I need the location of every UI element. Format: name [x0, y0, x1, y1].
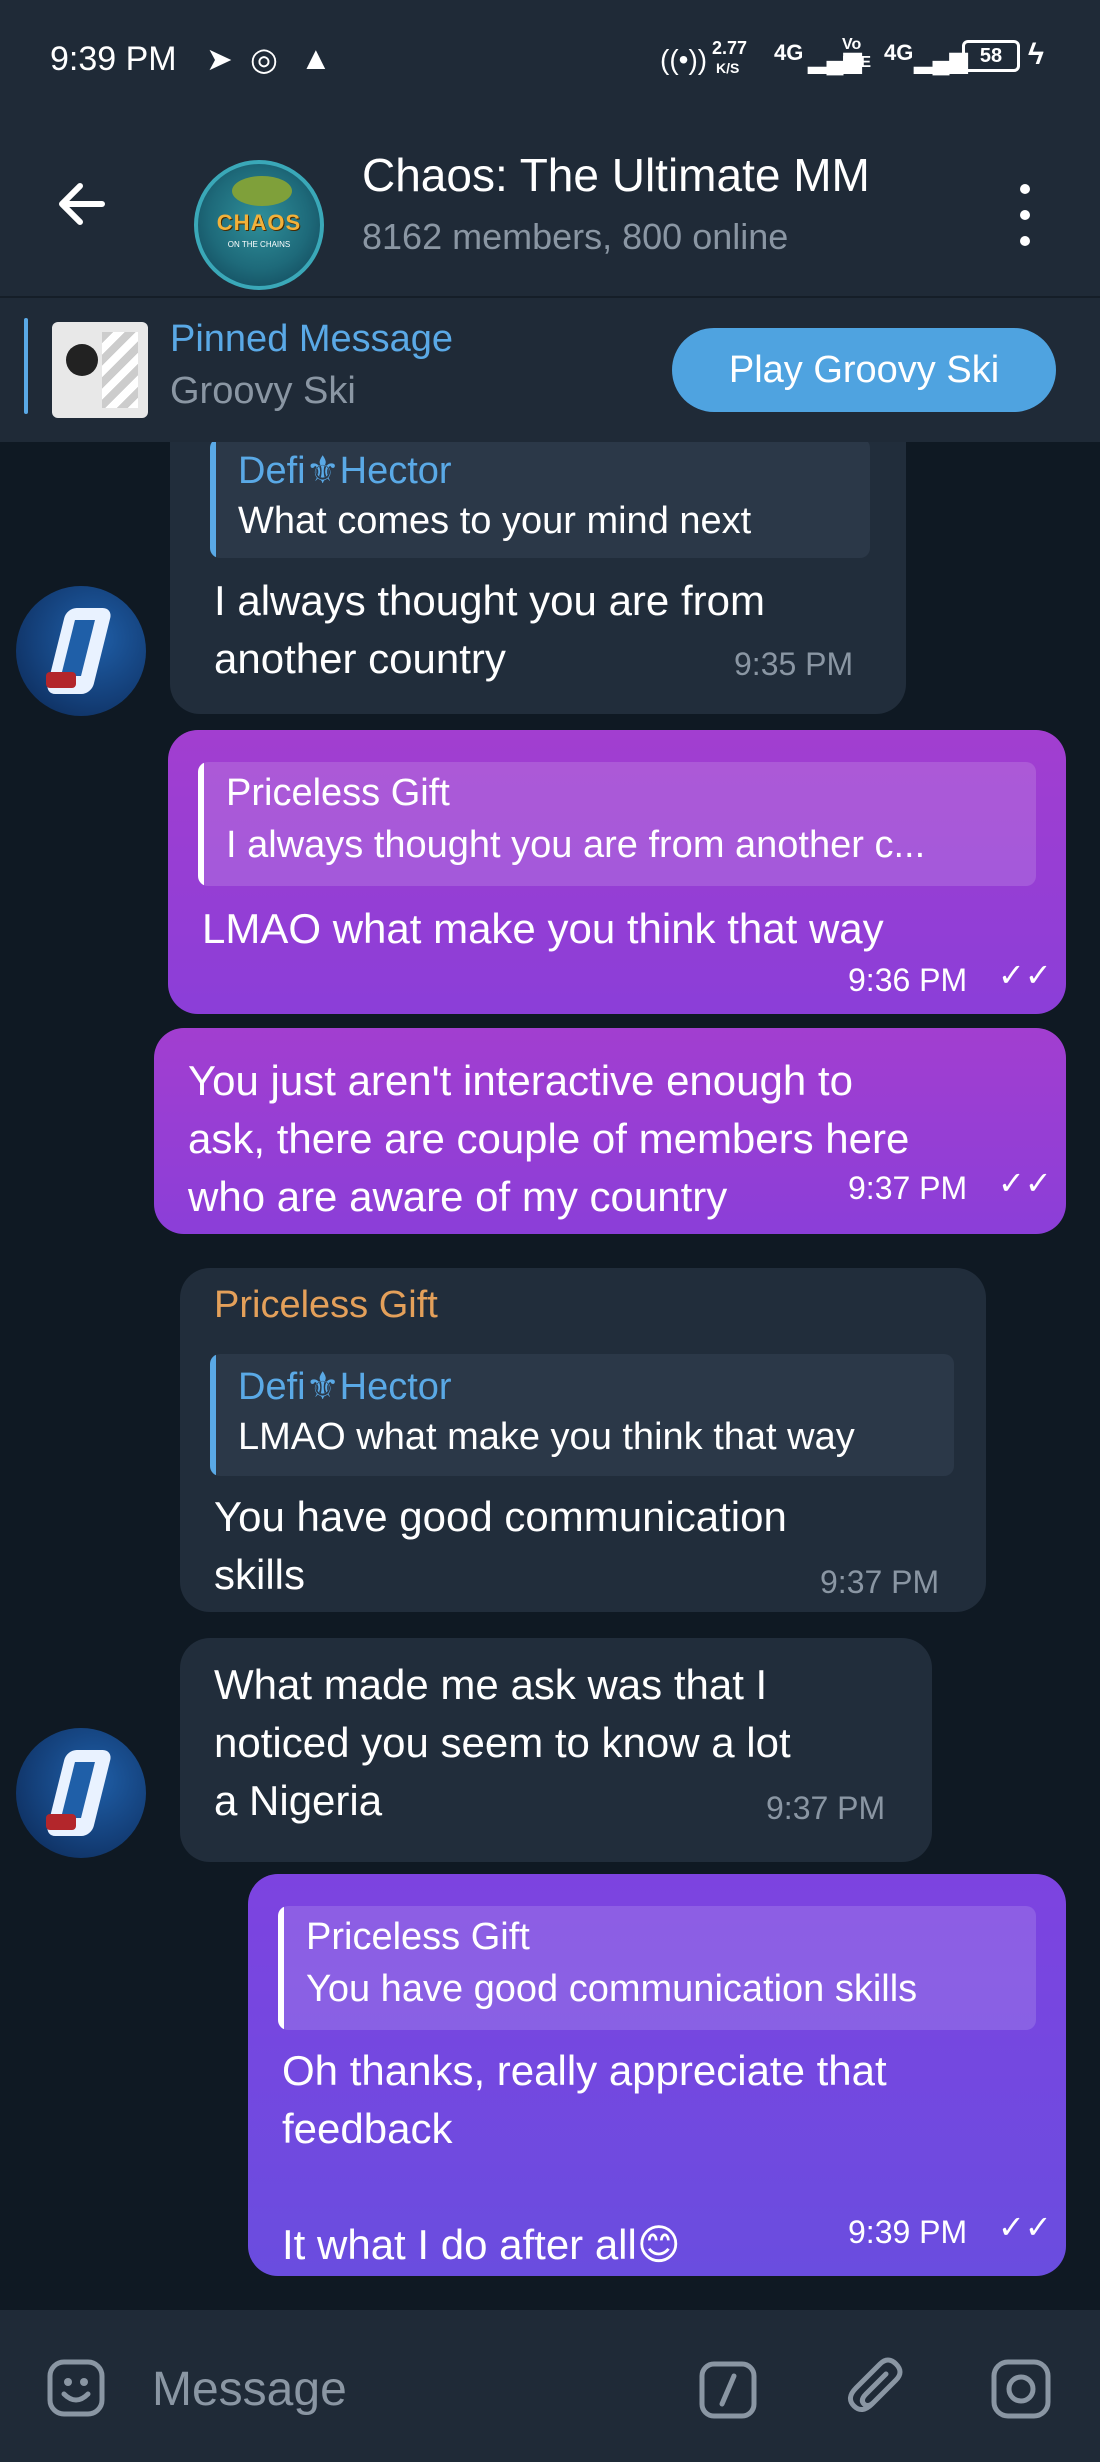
battery-level: 58 [979, 45, 1003, 67]
read-checkmarks-icon: ✓✓ [998, 957, 1052, 993]
read-checkmarks-icon: ✓✓ [998, 2209, 1052, 2245]
message-bubble-incoming[interactable]: Defi⚜Hector What comes to your mind next… [170, 442, 906, 714]
play-game-button[interactable]: Play Groovy Ski [672, 328, 1056, 412]
message-text: LMAO what make you think that way [202, 905, 884, 952]
battery-icon: 58 [962, 40, 1020, 72]
message-time: 9:39 PM [848, 2214, 968, 2250]
reply-sender: Priceless Gift [306, 1916, 530, 1958]
hotspot-icon: ((•)) [660, 44, 708, 75]
pinned-thumbnail [52, 322, 148, 418]
camera-video-icon[interactable] [990, 2358, 1052, 2420]
message-time: 9:37 PM [820, 1564, 940, 1600]
message-time: 9:37 PM [848, 1170, 968, 1206]
reply-quote[interactable]: Defi⚜Hector What comes to your mind next [210, 442, 870, 558]
charging-icon: ϟ [1028, 38, 1044, 71]
message-sender-name[interactable]: Priceless Gift [214, 1284, 438, 1327]
message-bubble-outgoing[interactable]: Priceless Gift You have good communicati… [248, 1874, 1066, 2276]
reply-text: You have good communication skills [306, 1968, 918, 2010]
send-icon: ➤ [206, 41, 233, 77]
bot-command-icon[interactable] [698, 2360, 758, 2420]
attach-paperclip-icon[interactable] [842, 2354, 912, 2424]
message-bubble-incoming[interactable]: Priceless Gift Defi⚜Hector LMAO what mak… [180, 1268, 986, 1612]
message-text: I always thought you are from another co… [214, 577, 765, 682]
group-logo-shape [232, 176, 292, 206]
reply-sender: Defi⚜Hector [238, 450, 452, 492]
pinned-message-bar[interactable]: Pinned Message Groovy Ski Play Groovy Sk… [0, 296, 1100, 442]
group-logo-subtext: ON THE CHAINS [227, 240, 291, 249]
reply-quote[interactable]: Priceless Gift You have good communicati… [278, 1906, 1036, 2030]
whatsapp-icon: ◎ [250, 41, 278, 77]
message-time: 9:37 PM [766, 1790, 886, 1826]
message-text: What made me ask was that I noticed you … [214, 1661, 791, 1824]
reply-text: What comes to your mind next [238, 500, 752, 542]
avatar-figure-accent [46, 672, 76, 688]
group-logo-text: CHAOS [216, 210, 302, 235]
message-text: You just aren't interactive enough to as… [188, 1057, 910, 1220]
message-composer [0, 2310, 1100, 2462]
quote-bar [210, 1354, 216, 1476]
group-member-count: 8162 members, 800 online [362, 216, 789, 257]
message-bubble-outgoing[interactable]: Priceless Gift I always thought you are … [168, 730, 1066, 1014]
message-input[interactable] [150, 2350, 654, 2428]
quote-bar [278, 1906, 284, 2030]
quote-bar [198, 762, 204, 886]
chat-area[interactable]: Defi⚜Hector What comes to your mind next… [0, 442, 1100, 2310]
status-bar: 9:39 PM ➤ ◎ ▲ ((•)) 2.77 K/S 4G ▂▄▆ Vo L… [0, 0, 1100, 126]
signal-icon-2: ▂▄▆ [914, 47, 968, 74]
gamepad-icon [66, 344, 98, 376]
network-indicator-1: 4G [774, 40, 804, 65]
data-speed: 2.77 [712, 38, 748, 58]
group-avatar[interactable]: CHAOS ON THE CHAINS [194, 160, 324, 290]
reply-sender: Defi⚜Hector [238, 1366, 452, 1408]
warning-icon: ▲ [300, 40, 332, 76]
status-time: 9:39 PM [50, 40, 177, 78]
message-bubble-outgoing[interactable]: You just aren't interactive enough to as… [154, 1028, 1066, 1234]
reply-text: I always thought you are from another c.… [226, 824, 926, 866]
data-speed-unit: K/S [716, 60, 740, 76]
pinned-indicator [24, 318, 28, 414]
message-text: Oh thanks, really appreciate that feedba… [282, 2047, 887, 2268]
user-avatar[interactable] [16, 586, 146, 716]
group-title[interactable]: Chaos: The Ultimate MM [362, 148, 982, 202]
network-indicator-2: 4G [884, 40, 914, 65]
chat-header: CHAOS ON THE CHAINS Chaos: The Ultimate … [0, 126, 1100, 296]
pinned-text: Groovy Ski [170, 370, 356, 412]
message-bubble-incoming[interactable]: What made me ask was that I noticed you … [180, 1638, 932, 1862]
avatar-figure-accent [46, 1814, 76, 1830]
message-time: 9:35 PM [734, 646, 854, 682]
user-avatar[interactable] [16, 1728, 146, 1858]
more-options-icon[interactable] [1010, 180, 1040, 250]
read-checkmarks-icon: ✓✓ [998, 1165, 1052, 1201]
reply-quote[interactable]: Priceless Gift I always thought you are … [198, 762, 1036, 886]
thumbnail-graphic [102, 332, 138, 408]
back-arrow-icon[interactable] [52, 174, 112, 234]
message-time: 9:36 PM [848, 962, 968, 998]
reply-text: LMAO what make you think that way [238, 1416, 855, 1458]
message-text: You have good communication skills [214, 1493, 787, 1598]
reply-sender: Priceless Gift [226, 772, 450, 814]
volte-indicator: Vo LTE [842, 36, 872, 71]
sticker-emoji-icon[interactable] [44, 2356, 108, 2420]
quote-bar [210, 442, 216, 558]
pinned-label: Pinned Message [170, 318, 454, 360]
reply-quote[interactable]: Defi⚜Hector LMAO what make you think tha… [210, 1354, 954, 1476]
